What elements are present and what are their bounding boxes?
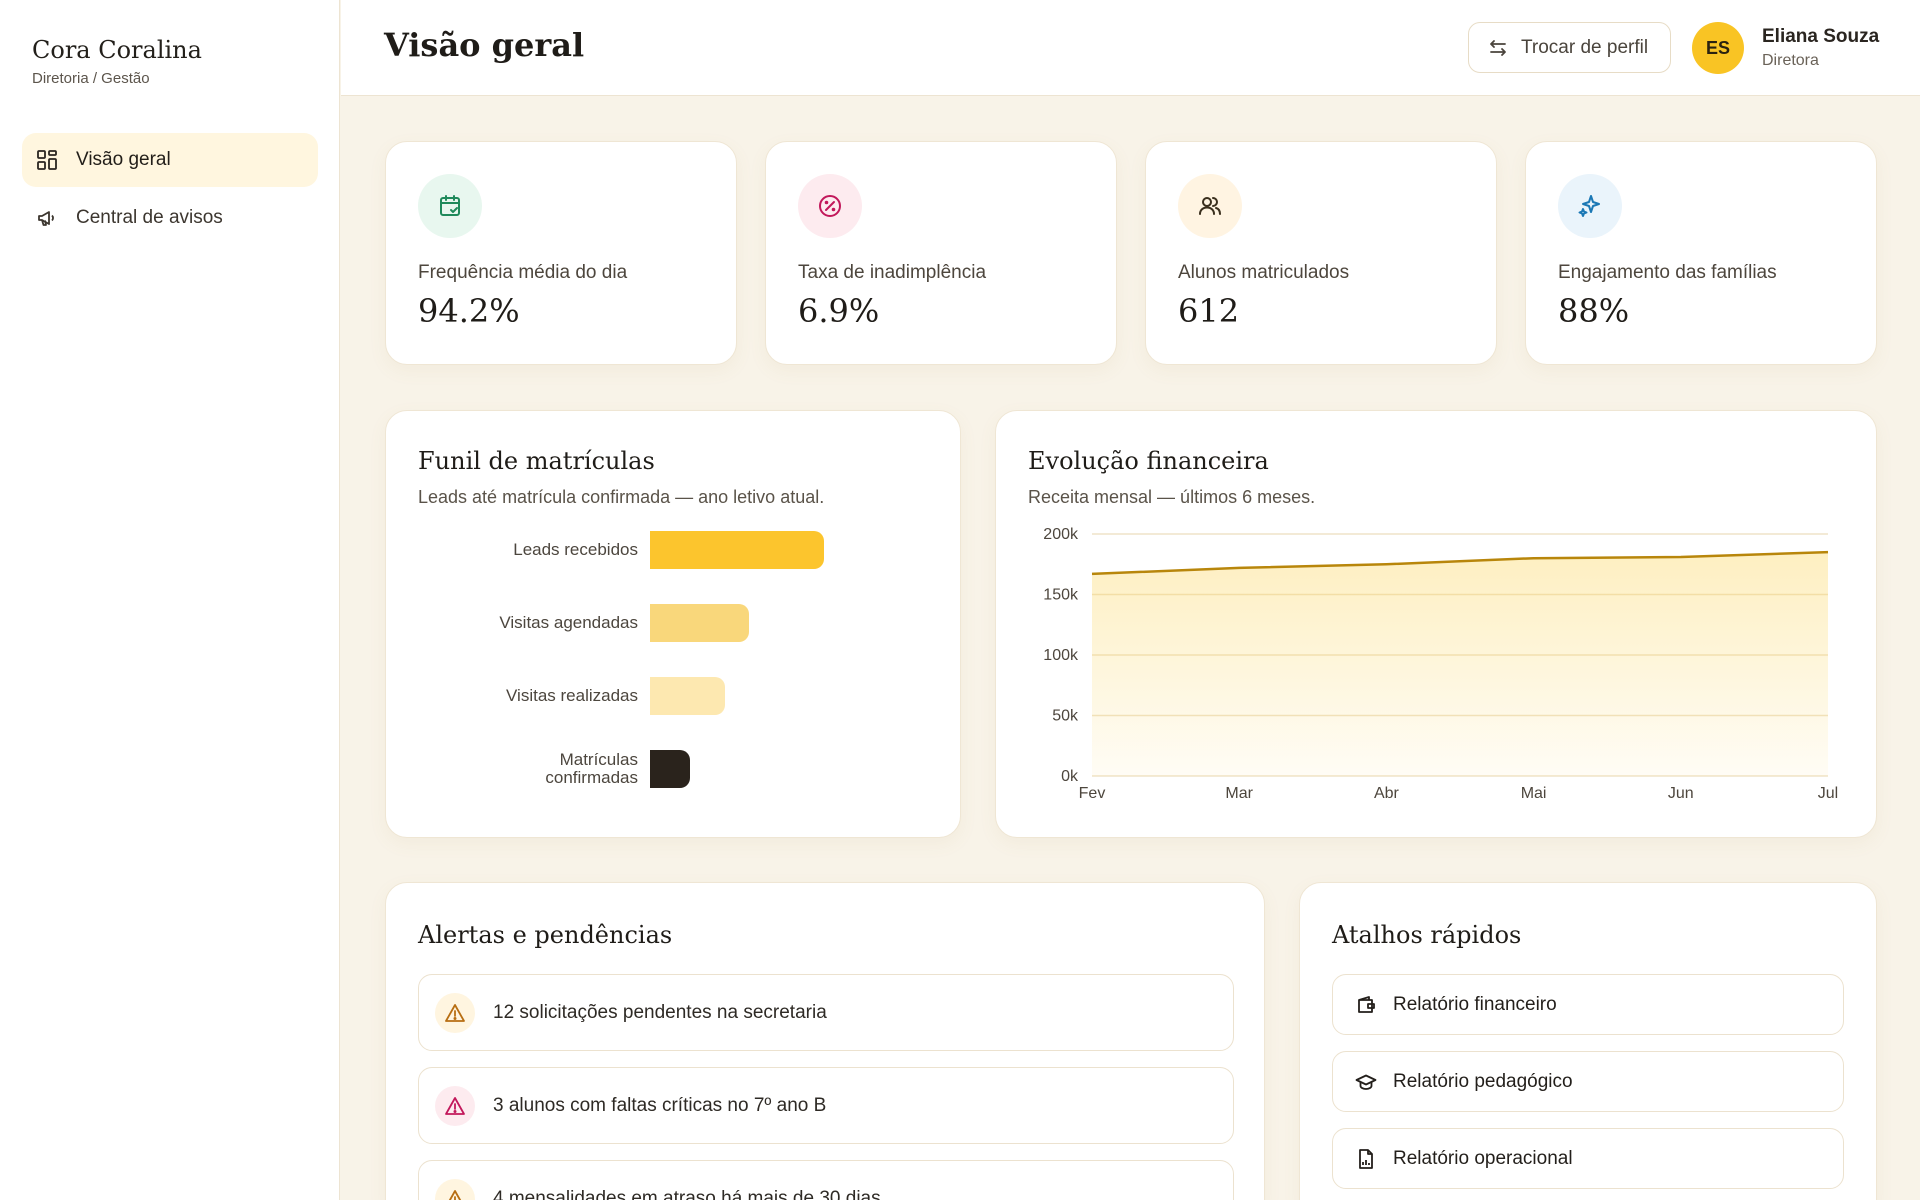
kpi-card-engajamento: Engajamento das famílias 88% [1525,141,1877,365]
alerts-title: Alertas e pendências [418,921,673,949]
page-title: Visão geral [384,26,585,64]
warning-icon [435,992,475,1033]
document-chart-icon [1355,1148,1377,1170]
graduation-cap-icon [1355,1071,1377,1093]
funnel-bar[interactable] [650,604,749,642]
y-tick-label: 50k [1052,708,1079,725]
switch-profile-label: Trocar de perfil [1521,36,1649,58]
y-tick-label: 200k [1043,526,1079,543]
finance-card: Evolução financeira Receita mensal — últ… [995,410,1877,838]
shortcut-label: Relatório pedagógico [1393,1070,1573,1092]
sparkles-icon [1558,174,1622,238]
grid-icon [36,149,58,171]
megaphone-icon [36,207,58,229]
funnel-bar-label: Leads recebidos [513,540,638,559]
sidebar-item-central-de-avisos[interactable]: Central de avisos [22,191,318,245]
funnel-bar[interactable] [650,677,725,715]
x-tick-label: Jun [1668,785,1694,802]
funnel-bar[interactable] [650,531,824,569]
kpi-card-inadimplencia: Taxa de inadimplência 6.9% [765,141,1117,365]
sidebar: Cora Coralina Diretoria / Gestão Visão g… [0,0,340,1200]
funnel-bar-label: Visitas agendadas [499,613,638,632]
sidebar-nav: Visão geral Central de avisos [22,133,318,249]
alert-text: 12 solicitações pendentes na secretaria [493,1001,827,1023]
kpi-card-frequencia: Frequência média do dia 94.2% [385,141,737,365]
x-tick-label: Abr [1374,785,1400,802]
finance-title: Evolução financeira [1028,447,1269,475]
x-tick-label: Mar [1225,785,1253,802]
funnel-bar-label: Visitas realizadas [506,686,638,705]
avatar[interactable]: ES [1692,22,1744,74]
kpi-card-alunos: Alunos matriculados 612 [1145,141,1497,365]
shortcut-relatorio-operacional[interactable]: Relatório operacional [1332,1128,1844,1189]
funnel-subtitle: Leads até matrícula confirmada — ano let… [418,487,825,507]
top-header: Visão geral Trocar de perfil ES Eliana S… [341,0,1920,96]
sidebar-item-label: Visão geral [76,149,171,170]
finance-area-chart: 0k 50k 100k 150k 200k Fev Mar Abr Mai Jun Jul [1043,526,1838,802]
shortcut-relatorio-pedagogico[interactable]: Relatório pedagógico [1332,1051,1844,1112]
calendar-check-icon [418,174,482,238]
alert-text: 4 mensalidades em atraso há mais de 30 d… [493,1187,881,1200]
brand-subtitle: Diretoria / Gestão [32,70,150,87]
funnel-bar-label: Matrículas confirmadas [545,750,638,787]
kpi-value: 6.9% [798,292,880,330]
shortcuts-card: Atalhos rápidos Relatório financeiro Rel… [1299,882,1877,1200]
y-tick-label: 150k [1043,587,1079,604]
shortcut-relatorio-financeiro[interactable]: Relatório financeiro [1332,974,1844,1035]
switch-profile-button[interactable]: Trocar de perfil [1468,22,1671,73]
kpi-value: 88% [1558,292,1630,330]
alert-item[interactable]: 3 alunos com faltas críticas no 7º ano B [418,1067,1234,1144]
funnel-title: Funil de matrículas [418,447,655,475]
wallet-icon [1355,994,1377,1016]
alert-item[interactable]: 4 mensalidades em atraso há mais de 30 d… [418,1160,1234,1200]
kpi-label: Frequência média do dia [418,262,628,283]
user-role: Diretora [1762,52,1819,69]
shortcuts-title: Atalhos rápidos [1332,921,1522,949]
shortcut-label: Relatório operacional [1393,1147,1573,1169]
sidebar-item-label: Central de avisos [76,207,223,228]
kpi-value: 94.2% [418,292,520,330]
kpi-label: Engajamento das famílias [1558,262,1777,283]
revenue-area [1092,552,1828,776]
kpi-label: Taxa de inadimplência [798,262,987,283]
warning-icon [435,1178,475,1200]
warning-icon [435,1085,475,1126]
x-tick-label: Fev [1079,785,1106,802]
funnel-card: Funil de matrículas Leads até matrícula … [385,410,961,838]
finance-subtitle: Receita mensal — últimos 6 meses. [1028,487,1316,507]
x-tick-label: Mai [1521,785,1547,802]
sidebar-item-visao-geral[interactable]: Visão geral [22,133,318,187]
brand: Cora Coralina Diretoria / Gestão [32,36,202,87]
brand-name: Cora Coralina [32,36,202,64]
alert-text: 3 alunos com faltas críticas no 7º ano B [493,1094,827,1116]
x-tick-label: Jul [1818,785,1838,802]
alert-item[interactable]: 12 solicitações pendentes na secretaria [418,974,1234,1051]
swap-arrows-icon [1487,37,1509,59]
funnel-bar[interactable] [650,750,690,788]
y-tick-label: 100k [1043,647,1079,664]
users-icon [1178,174,1242,238]
user-name: Eliana Souza [1762,26,1880,47]
percent-badge-icon [798,174,862,238]
kpi-label: Alunos matriculados [1178,262,1350,283]
alerts-card: Alertas e pendências 12 solicitações pen… [385,882,1265,1200]
y-tick-label: 0k [1061,768,1079,785]
shortcut-label: Relatório financeiro [1393,993,1557,1015]
kpi-value: 612 [1178,292,1240,330]
